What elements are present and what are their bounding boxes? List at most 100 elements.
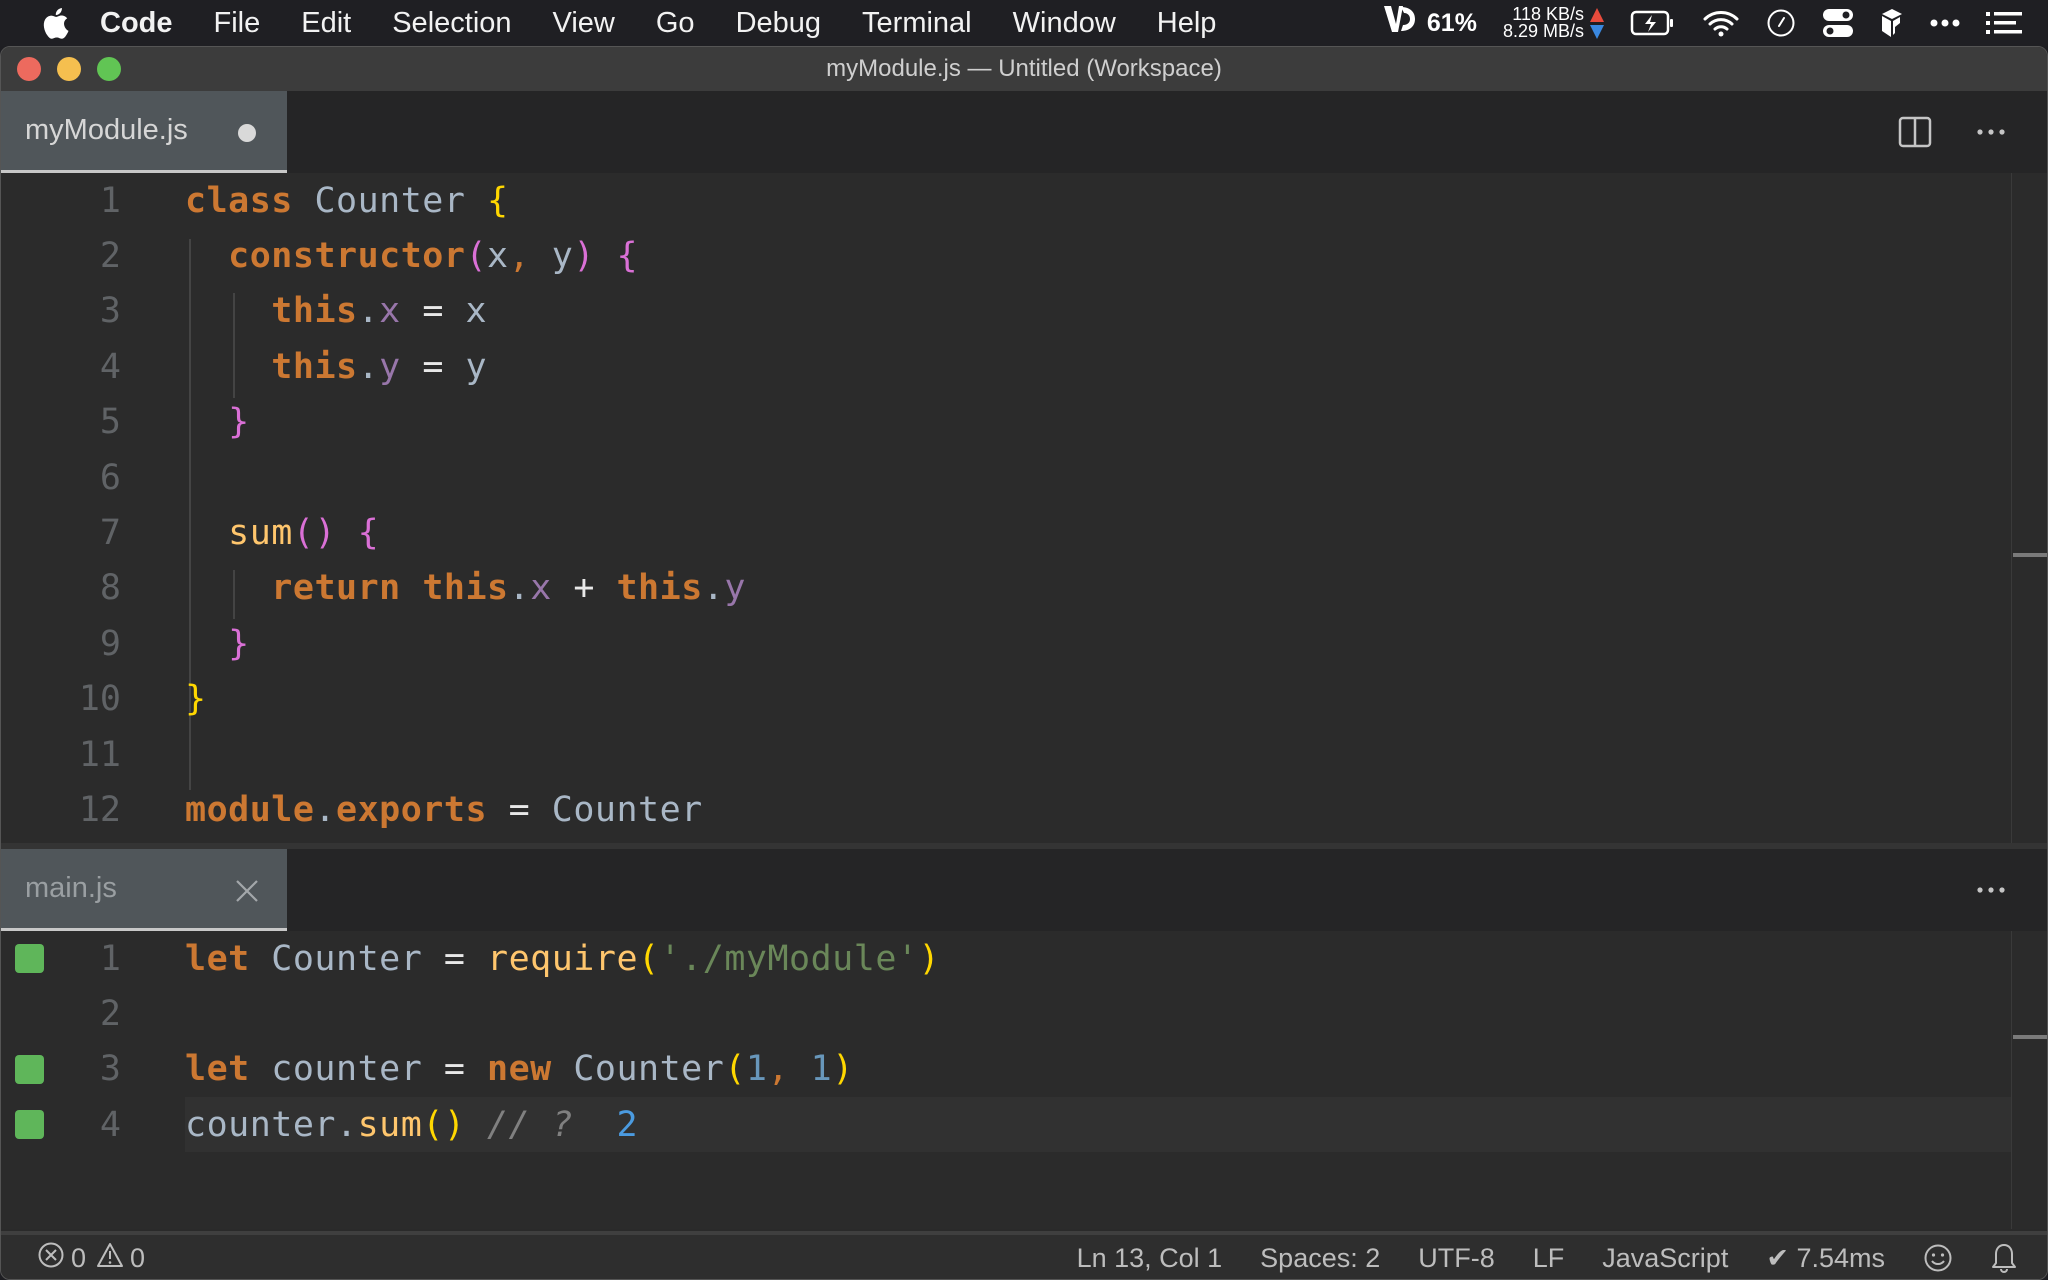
line-number: 2: [99, 993, 121, 1034]
code-token: .: [508, 568, 531, 609]
code-line[interactable]: 11: [1, 727, 2047, 782]
code-line[interactable]: 12 module.exports = Counter: [1, 782, 2047, 837]
split-editor-icon[interactable]: [1895, 112, 1935, 152]
list-icon[interactable]: [1986, 12, 2022, 34]
code-line[interactable]: 1 let Counter = require('./myModule'): [1, 931, 2047, 986]
menu-terminal[interactable]: Terminal: [862, 7, 972, 40]
code-token: x: [465, 291, 488, 332]
maximize-window-button[interactable]: [97, 57, 121, 81]
code-token: counter: [249, 1049, 423, 1090]
control-center-icon[interactable]: [1822, 8, 1854, 38]
code-text: let counter = new Counter(1, 1): [185, 1049, 854, 1089]
apple-menu-icon[interactable]: [40, 6, 70, 40]
line-number: 9: [99, 623, 121, 664]
network-speed[interactable]: 118 KB/s 8.29 MB/s: [1502, 5, 1604, 41]
tab-main-js[interactable]: main.js: [1, 849, 287, 931]
language-mode[interactable]: JavaScript: [1602, 1243, 1728, 1274]
vscode-window: myModule.js — Untitled (Workspace) myMod…: [0, 46, 2048, 1280]
code-line[interactable]: 4 this.y = y: [1, 339, 2047, 394]
error-icon: [37, 1241, 65, 1276]
macos-menu-bar: Code File Edit Selection View Go Debug T…: [0, 0, 2048, 46]
more-actions-icon[interactable]: [1971, 870, 2011, 910]
code-token: let: [185, 938, 250, 979]
code-token: sum: [228, 512, 293, 553]
menu-view[interactable]: View: [553, 7, 615, 40]
minimize-window-button[interactable]: [57, 57, 81, 81]
code-token: }: [228, 402, 250, 443]
code-line[interactable]: 4 counter.sum() // ? 2: [1, 1097, 2047, 1153]
code-line[interactable]: 3 let counter = new Counter(1, 1): [1, 1042, 2047, 1097]
code-token: Counter: [314, 180, 466, 221]
close-tab-icon[interactable]: [234, 878, 260, 904]
code-text: }: [185, 679, 207, 719]
encoding[interactable]: UTF-8: [1418, 1243, 1495, 1274]
menu-help[interactable]: Help: [1157, 7, 1217, 40]
menu-window[interactable]: Window: [1013, 7, 1116, 40]
line-number: 1: [99, 180, 121, 221]
code-token: {: [357, 512, 380, 553]
clock-icon[interactable]: [1766, 8, 1796, 38]
code-line[interactable]: 10}: [1, 672, 2047, 727]
code-token: 1: [810, 1049, 833, 1090]
menu-go[interactable]: Go: [656, 7, 695, 40]
app-tray-icon[interactable]: [1880, 8, 1904, 38]
menu-edit[interactable]: Edit: [301, 7, 351, 40]
menu-file[interactable]: File: [214, 7, 261, 40]
code-token: .: [702, 568, 725, 609]
cursor-position[interactable]: Ln 13, Col 1: [1077, 1243, 1223, 1274]
notifications-bell-icon[interactable]: [1991, 1242, 2017, 1274]
battery-charging-icon[interactable]: [1630, 9, 1676, 37]
code-line[interactable]: 1 class Counter {: [1, 173, 2047, 228]
code-token: y: [530, 235, 574, 276]
code-token: this: [422, 568, 509, 609]
tab-mymodule-js[interactable]: myModule.js: [1, 91, 287, 173]
line-number: 10: [78, 679, 121, 720]
indentation[interactable]: Spaces: 2: [1260, 1243, 1380, 1274]
code-token: }: [228, 623, 250, 664]
menu-app-code[interactable]: Code: [100, 7, 173, 40]
code-token: require: [487, 938, 639, 979]
battery-app-status[interactable]: 61%: [1383, 4, 1477, 42]
main-js-editor[interactable]: 1 let Counter = require('./myModule') 2 3 le…: [1, 931, 2047, 1229]
code-line[interactable]: 2 constructor(x, y) {: [1, 228, 2047, 283]
more-icon[interactable]: [1930, 18, 1960, 28]
error-count: 0: [71, 1242, 87, 1273]
warning-icon: [96, 1242, 124, 1275]
code-line[interactable]: 3 this.x = x: [1, 284, 2047, 339]
code-token: (): [422, 1104, 466, 1145]
code-line[interactable]: 5 }: [1, 395, 2047, 450]
code-token: new: [487, 1049, 552, 1090]
code-line[interactable]: 9 }: [1, 616, 2047, 671]
end-of-line[interactable]: LF: [1533, 1243, 1565, 1274]
code-line[interactable]: 8 return this.x + this.y: [1, 561, 2047, 616]
line-number: 6: [99, 457, 121, 498]
unsaved-dot-icon[interactable]: [238, 124, 256, 142]
code-line[interactable]: 6: [1, 450, 2047, 505]
code-token: sum: [357, 1104, 423, 1145]
wifi-icon[interactable]: [1702, 9, 1740, 37]
download-speed: 8.29 MB/s: [1502, 21, 1584, 41]
line-number: 4: [99, 1104, 121, 1145]
menu-debug[interactable]: Debug: [736, 7, 821, 40]
code-line[interactable]: 2: [1, 986, 2047, 1041]
code-text: return this.x + this.y: [185, 568, 746, 608]
feedback-smiley-icon[interactable]: [1923, 1243, 1953, 1273]
code-token: 1: [745, 1049, 768, 1090]
code-line[interactable]: 7 sum() {: [1, 505, 2047, 560]
mymodule-editor[interactable]: 1 class Counter {2 constructor(x, y) {3 t…: [1, 173, 2047, 849]
problems-indicator[interactable]: 0 0: [37, 1241, 145, 1276]
line-number: 12: [78, 789, 121, 830]
more-actions-icon[interactable]: [1971, 112, 2011, 152]
window-title: myModule.js — Untitled (Workspace): [826, 55, 1222, 82]
code-text: this.x = x: [185, 291, 487, 331]
code-text: sum() {: [185, 513, 379, 553]
menu-selection[interactable]: Selection: [392, 7, 511, 40]
close-window-button[interactable]: [17, 57, 41, 81]
code-token: 2: [616, 1104, 639, 1145]
quokka-timing[interactable]: ✔ 7.54ms: [1766, 1243, 1885, 1274]
